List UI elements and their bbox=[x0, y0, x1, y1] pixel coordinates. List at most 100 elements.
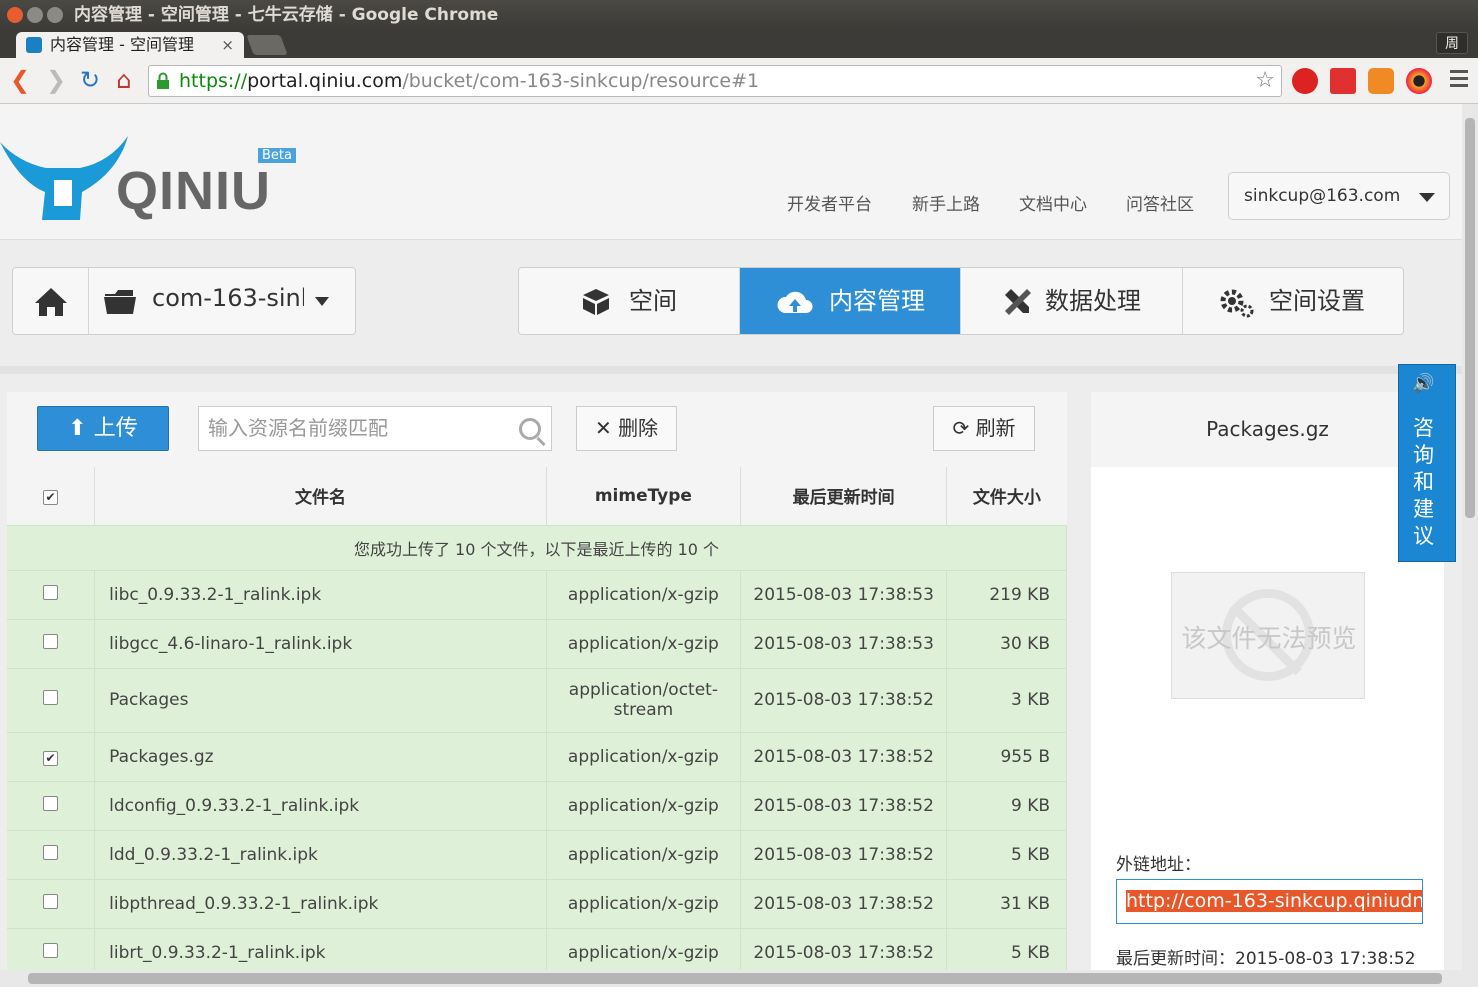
table-row[interactable]: libgcc_4.6-linaro-1_ralink.ipk applicati… bbox=[7, 618, 1067, 668]
home-button[interactable] bbox=[13, 268, 89, 334]
eye-extension-icon[interactable] bbox=[1406, 68, 1432, 94]
link-getting-started[interactable]: 新手上路 bbox=[912, 190, 980, 215]
refresh-icon: ⟳ bbox=[952, 416, 970, 440]
row-checkbox[interactable] bbox=[43, 844, 59, 860]
header-mimetype[interactable]: mimeType bbox=[546, 467, 741, 525]
file-name[interactable]: Packages bbox=[94, 667, 547, 732]
header-size[interactable]: 文件大小 bbox=[946, 467, 1067, 525]
preview-placeholder: 该文件无法预览 bbox=[1171, 572, 1365, 699]
refresh-label: 刷新 bbox=[975, 416, 1016, 440]
table-row[interactable]: ldd_0.9.33.2-1_ralink.ipk application/x-… bbox=[7, 829, 1067, 879]
row-checkbox[interactable] bbox=[43, 584, 59, 600]
header-filename[interactable]: 文件名 bbox=[94, 467, 547, 525]
cloud-upload-icon bbox=[777, 291, 813, 313]
link-docs-center[interactable]: 文档中心 bbox=[1019, 190, 1087, 215]
file-size: 5 KB bbox=[946, 829, 1067, 879]
file-name[interactable]: libgcc_4.6-linaro-1_ralink.ipk bbox=[94, 618, 547, 668]
tab-bucket-settings[interactable]: 空间设置 bbox=[1183, 268, 1403, 334]
window-close-button[interactable] bbox=[7, 7, 23, 23]
user-dropdown[interactable]: sinkcup@163.com bbox=[1228, 172, 1450, 220]
upload-label: 上传 bbox=[93, 416, 138, 441]
file-name[interactable]: libpthread_0.9.33.2-1_ralink.ipk bbox=[94, 878, 547, 928]
file-updated: 2015-08-03 17:38:52 bbox=[740, 927, 948, 970]
row-checkbox[interactable] bbox=[43, 633, 59, 649]
adblock-extension-icon[interactable] bbox=[1292, 68, 1318, 94]
public-link-field[interactable]: http://com-163-sinkcup.qiniudn bbox=[1116, 879, 1423, 924]
table-row[interactable]: ✔ Packages.gz application/x-gzip 2015-08… bbox=[7, 731, 1067, 781]
file-name[interactable]: Packages.gz bbox=[94, 731, 547, 781]
row-checkbox[interactable] bbox=[43, 942, 59, 958]
folder-icon bbox=[104, 290, 136, 314]
row-checkbox[interactable] bbox=[43, 795, 59, 811]
horizontal-scrollbar[interactable] bbox=[0, 970, 1478, 987]
header-updated[interactable]: 最后更新时间 bbox=[740, 467, 948, 525]
search-input[interactable]: 输入资源名前缀匹配 bbox=[198, 406, 552, 451]
file-name[interactable]: libc_0.9.33.2-1_ralink.ipk bbox=[94, 569, 547, 619]
tab-bucket-settings-label: 空间设置 bbox=[1269, 287, 1365, 315]
window-maximize-button[interactable] bbox=[47, 7, 63, 23]
file-size: 9 KB bbox=[946, 780, 1067, 830]
horizontal-scroll-thumb[interactable] bbox=[28, 973, 1442, 984]
reload-icon[interactable]: ↻ bbox=[76, 66, 104, 94]
delete-button[interactable]: ✕ 删除 bbox=[576, 406, 677, 451]
upload-success-notice: 您成功上传了 10 个文件，以下是最近上传的 10 个 bbox=[7, 524, 1067, 570]
file-name[interactable]: ldconfig_0.9.33.2-1_ralink.ipk bbox=[94, 780, 547, 830]
profile-button[interactable]: 周 bbox=[1436, 32, 1468, 54]
table-row[interactable]: librt_0.9.33.2-1_ralink.ipk application/… bbox=[7, 927, 1067, 970]
file-mimetype: application/x-gzip bbox=[546, 569, 741, 619]
tab-content-management[interactable]: 内容管理 bbox=[740, 268, 961, 334]
vertical-scrollbar[interactable] bbox=[1462, 104, 1478, 970]
bucket-name[interactable]: com-163-sinkcup bbox=[152, 284, 304, 312]
file-toolbar: ⬆ 上传 输入资源名前缀匹配 ✕ 删除 ⟳ 刷新 bbox=[7, 392, 1067, 467]
chrome-menu-icon[interactable] bbox=[1450, 70, 1468, 91]
shopping-extension-icon[interactable] bbox=[1368, 68, 1394, 94]
search-placeholder: 输入资源名前缀匹配 bbox=[208, 416, 388, 440]
window-titlebar: 内容管理 - 空间管理 - 七牛云存储 - Google Chrome bbox=[0, 0, 1478, 30]
table-row[interactable]: libpthread_0.9.33.2-1_ralink.ipk applica… bbox=[7, 878, 1067, 928]
address-bar[interactable]: https://portal.qiniu.com/bucket/com-163-… bbox=[148, 65, 1282, 97]
url-text: https://portal.qiniu.com/bucket/com-163-… bbox=[179, 66, 759, 96]
delete-label: 删除 bbox=[618, 416, 659, 440]
file-mimetype: application/x-gzip bbox=[546, 618, 741, 668]
table-header-row: ✔ 文件名 mimeType 最后更新时间 文件大小 bbox=[7, 467, 1067, 525]
select-all-checkbox[interactable]: ✔ bbox=[43, 489, 59, 505]
favicon-icon bbox=[26, 37, 42, 53]
file-name[interactable]: librt_0.9.33.2-1_ralink.ipk bbox=[94, 927, 547, 970]
tab-data-processing[interactable]: 数据处理 bbox=[961, 268, 1183, 334]
back-icon[interactable]: ❮ bbox=[6, 66, 34, 94]
table-row[interactable]: ldconfig_0.9.33.2-1_ralink.ipk applicati… bbox=[7, 780, 1067, 830]
tab-bucket[interactable]: 空间 bbox=[519, 268, 740, 334]
file-table: ✔ 文件名 mimeType 最后更新时间 文件大小 您成功上传了 10 个文件… bbox=[7, 467, 1067, 970]
link-qa-community[interactable]: 问答社区 bbox=[1126, 190, 1194, 215]
row-checkbox[interactable] bbox=[43, 690, 59, 705]
table-row[interactable]: Packages application/octet-stream 2015-0… bbox=[7, 667, 1067, 732]
row-checkbox-checked[interactable]: ✔ bbox=[43, 750, 59, 766]
new-tab-button[interactable] bbox=[246, 35, 288, 55]
row-checkbox[interactable] bbox=[43, 893, 59, 909]
home-icon[interactable]: ⌂ bbox=[110, 66, 138, 94]
search-icon[interactable] bbox=[519, 418, 541, 440]
browser-tab[interactable]: 内容管理 - 空间管理 × bbox=[16, 32, 244, 58]
file-mimetype: application/octet-stream bbox=[546, 667, 741, 732]
translate-extension-icon[interactable] bbox=[1330, 68, 1356, 94]
forward-icon[interactable]: ❯ bbox=[42, 66, 70, 94]
qiniu-logo-icon[interactable] bbox=[0, 132, 130, 224]
file-mimetype: application/x-gzip bbox=[546, 927, 741, 970]
link-label: 外链地址： bbox=[1116, 855, 1201, 875]
tab-close-icon[interactable]: × bbox=[221, 32, 234, 58]
link-developer-platform[interactable]: 开发者平台 bbox=[787, 190, 872, 215]
upload-button[interactable]: ⬆ 上传 bbox=[37, 406, 169, 451]
tab-bucket-label: 空间 bbox=[629, 287, 677, 315]
bookmark-star-icon[interactable]: ☆ bbox=[1255, 66, 1275, 96]
feedback-widget[interactable]: 🔊 咨询和建议 bbox=[1398, 364, 1456, 562]
bucket-chevron-down-icon[interactable] bbox=[315, 297, 329, 306]
window-minimize-button[interactable] bbox=[27, 7, 43, 23]
vertical-scroll-thumb[interactable] bbox=[1465, 118, 1475, 518]
file-name[interactable]: ldd_0.9.33.2-1_ralink.ipk bbox=[94, 829, 547, 879]
lock-icon bbox=[157, 72, 169, 89]
preview-text: 该文件无法预览 bbox=[1181, 624, 1357, 653]
refresh-button[interactable]: ⟳ 刷新 bbox=[933, 406, 1035, 451]
speaker-icon: 🔊 bbox=[1412, 373, 1435, 394]
table-row[interactable]: libc_0.9.33.2-1_ralink.ipk application/x… bbox=[7, 569, 1067, 619]
file-size: 31 KB bbox=[946, 878, 1067, 928]
